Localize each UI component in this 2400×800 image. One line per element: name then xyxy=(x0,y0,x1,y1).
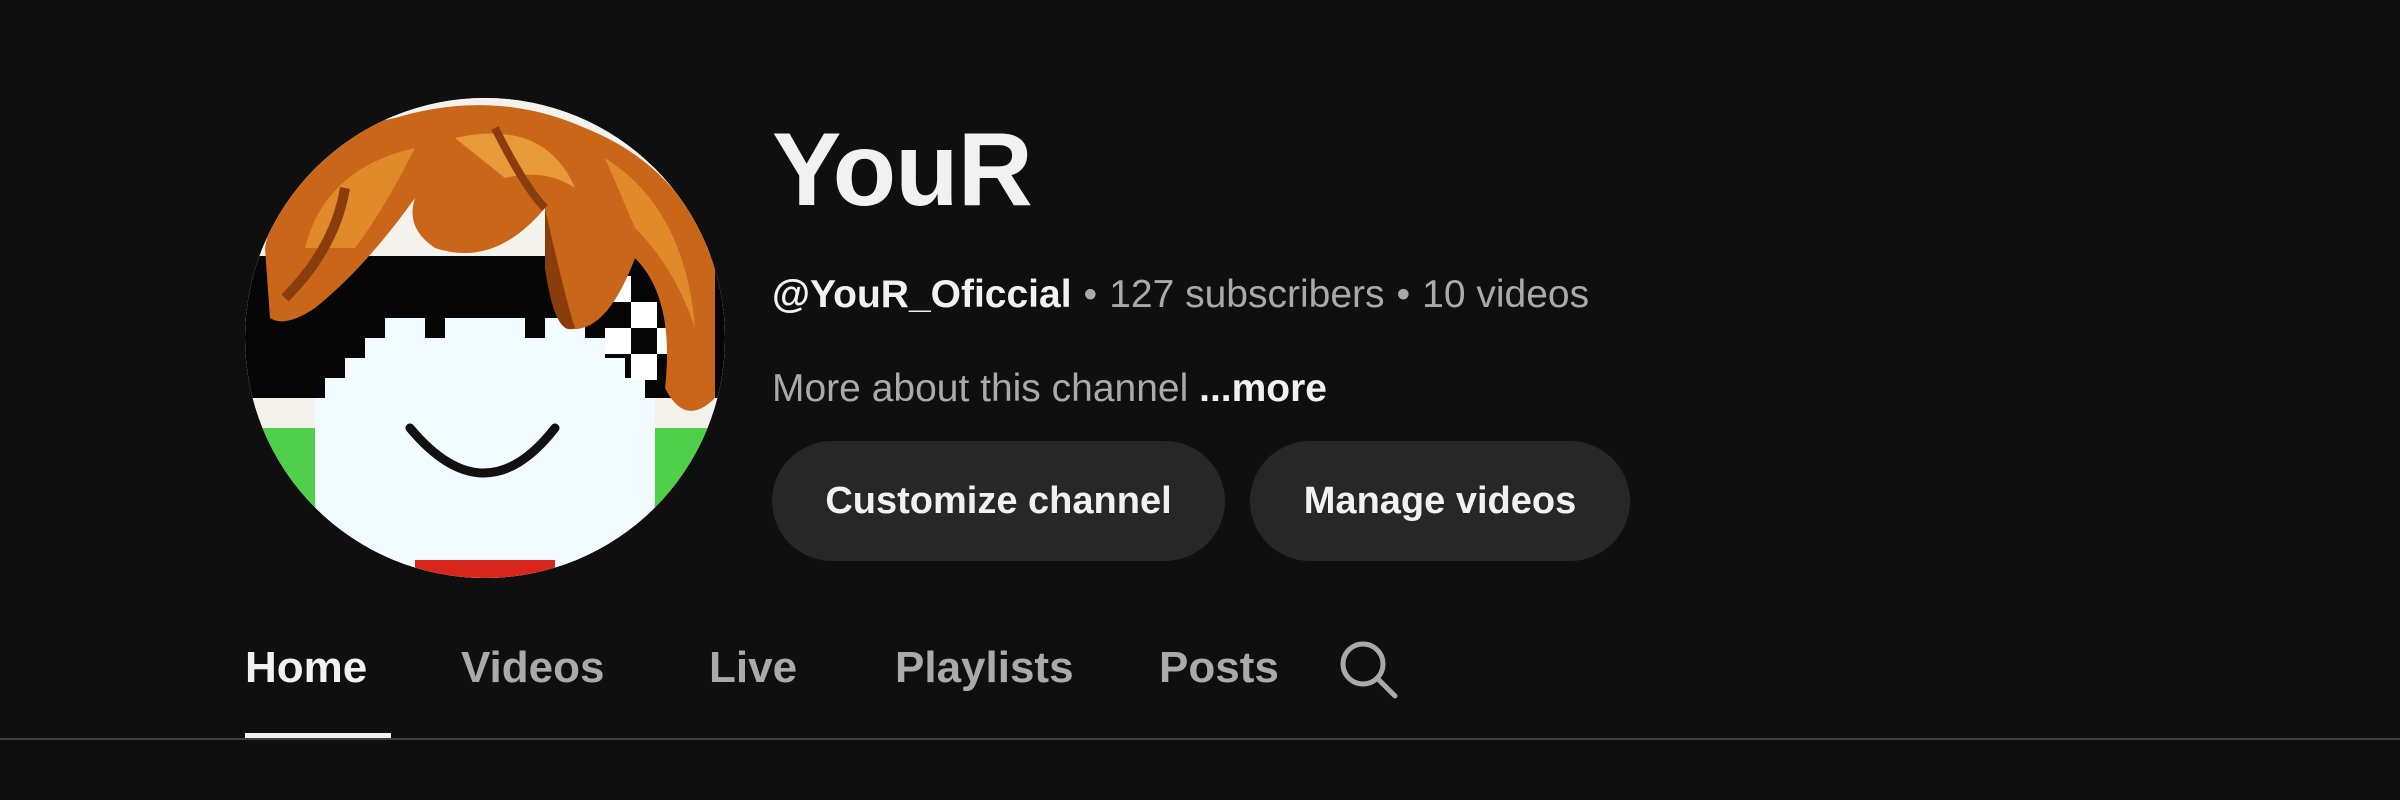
channel-name: YouR xyxy=(772,112,1033,228)
description-text: More about this channel xyxy=(772,367,1189,410)
tab-live[interactable]: Live xyxy=(709,618,895,738)
tab-home[interactable]: Home xyxy=(245,618,461,738)
tabs-divider xyxy=(0,738,2400,740)
avatar-image xyxy=(245,98,725,578)
search-tab[interactable] xyxy=(1337,618,1417,718)
channel-info: YouR @YouR_Oficcial • 127 subscribers • 10 v… xyxy=(772,100,1972,414)
customize-channel-button[interactable]: Customize channel xyxy=(772,441,1225,561)
meta-separator: • xyxy=(1083,273,1098,316)
tab-playlists[interactable]: Playlists xyxy=(895,618,1159,738)
search-icon xyxy=(1340,641,1398,699)
more-link[interactable]: ...more xyxy=(1199,367,1327,410)
channel-avatar[interactable] xyxy=(245,98,725,578)
subscriber-count: 127 subscribers xyxy=(1109,273,1385,316)
video-count: 10 videos xyxy=(1422,273,1590,316)
channel-actions: Customize channel Manage videos xyxy=(772,441,1630,561)
channel-tabs: Home Videos Live Playlists Posts xyxy=(245,618,1417,738)
tab-posts[interactable]: Posts xyxy=(1159,618,1337,738)
tab-videos[interactable]: Videos xyxy=(461,618,709,738)
meta-separator: • xyxy=(1396,273,1411,316)
channel-handle: @YouR_Oficcial xyxy=(772,273,1072,316)
channel-meta: @YouR_Oficcial • 127 subscribers • 10 videos xyxy=(772,270,1972,320)
manage-videos-button[interactable]: Manage videos xyxy=(1250,441,1630,561)
channel-description[interactable]: More about this channel ...more xyxy=(772,364,1972,414)
channel-header: YouR @YouR_Oficcial • 127 subscribers • 10 v… xyxy=(0,0,2400,800)
